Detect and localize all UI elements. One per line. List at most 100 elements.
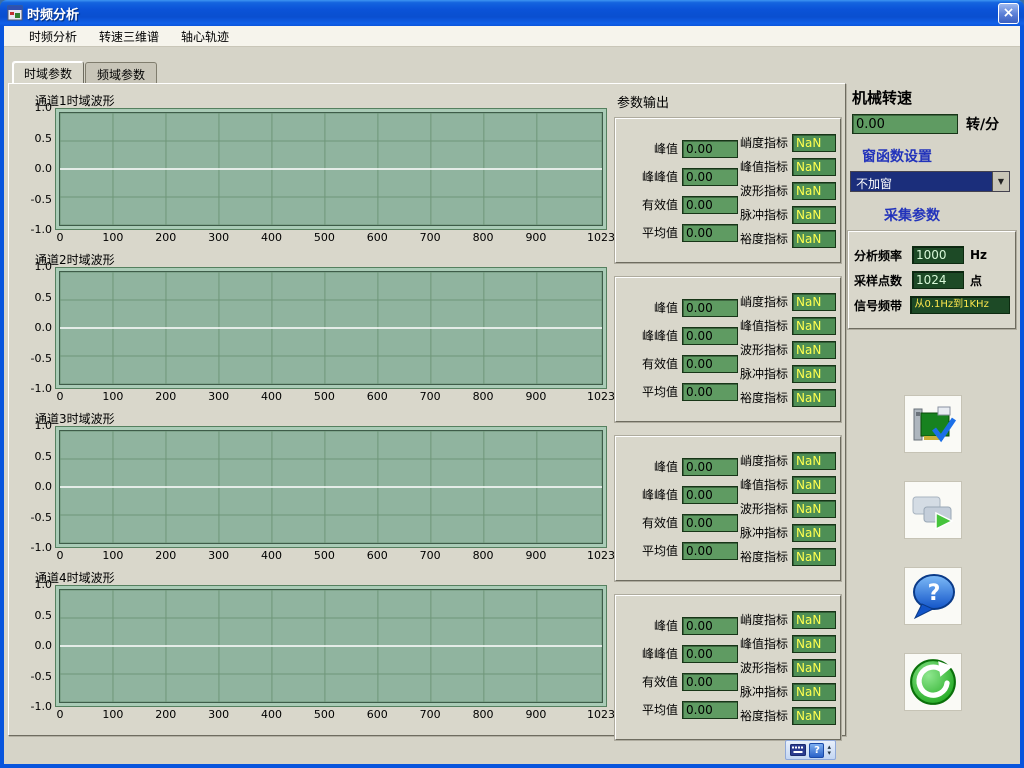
sidebar: 机械转速 0.00 转/分 窗函数设置 不加窗 ▼ 采集参数 分析频率 1000… [848, 83, 1018, 736]
param-row: 裕度指标NaN [738, 389, 836, 407]
x-tick-label: 900 [525, 390, 546, 403]
param-value: 0.00 [682, 168, 738, 186]
acq-unit: 点 [970, 272, 982, 289]
chart-title: 通道1时域波形 [19, 92, 607, 108]
tray-help-button[interactable]: ? [809, 743, 824, 758]
param-row: 脉冲指标NaN [738, 683, 836, 701]
tab-strip: 时域参数 频域参数 [12, 62, 158, 83]
param-label: 平均值 [620, 224, 682, 241]
param-row: 脉冲指标NaN [738, 524, 836, 542]
x-tick-label: 200 [155, 549, 176, 562]
param-value: NaN [792, 476, 836, 494]
y-axis: 1.00.50.0-0.5-1.0 [19, 585, 55, 707]
chart-grid [60, 113, 602, 225]
chart-block-2: 通道2时域波形1.00.50.0-0.5-1.00100200300400500… [19, 251, 607, 403]
device-idle-button[interactable] [904, 481, 962, 539]
keyboard-icon[interactable] [790, 744, 806, 756]
x-tick-label: 200 [155, 390, 176, 403]
param-row: 峰峰值0.00 [620, 645, 738, 663]
plot-surface [59, 271, 603, 385]
menu-item-speed-3d-spectrum[interactable]: 转速三维谱 [88, 26, 170, 47]
x-tick-label: 200 [155, 708, 176, 721]
refresh-icon [908, 657, 958, 707]
param-group-2: 峰值0.00峰峰值0.00有效值0.00平均值0.00峭度指标NaN峰值指标Na… [615, 277, 841, 422]
x-tick-label: 1023 [587, 231, 615, 244]
param-row: 峭度指标NaN [738, 293, 836, 311]
param-value: NaN [792, 182, 836, 200]
close-button[interactable]: × [998, 3, 1019, 24]
param-value: 0.00 [682, 542, 738, 560]
param-values-right: 峭度指标NaN峰值指标NaN波形指标NaN脉冲指标NaN裕度指标NaN [738, 441, 836, 576]
x-tick-label: 1023 [587, 708, 615, 721]
x-tick-label: 500 [314, 549, 335, 562]
analysis-frequency-value[interactable]: 1000 [912, 246, 964, 264]
x-tick-label: 100 [102, 549, 123, 562]
tab-frequency-domain[interactable]: 频域参数 [85, 62, 157, 83]
params-column: 参数输出 峰值0.00峰峰值0.00有效值0.00平均值0.00峭度指标NaN峰… [615, 92, 841, 754]
daq-card-button[interactable] [904, 395, 962, 453]
tab-content-panel: 通道1时域波形1.00.50.0-0.5-1.00100200300400500… [8, 83, 846, 736]
x-tick-label: 600 [367, 549, 388, 562]
param-label: 峰值指标 [738, 635, 792, 652]
x-tick-label: 500 [314, 708, 335, 721]
param-row: 峰值指标NaN [738, 317, 836, 335]
param-row: 平均值0.00 [620, 701, 738, 719]
params-title: 参数输出 [615, 92, 841, 110]
acq-row-samples: 采样点数 1024 点 [854, 271, 1010, 289]
param-row: 脉冲指标NaN [738, 365, 836, 383]
x-tick-label: 400 [261, 231, 282, 244]
param-label: 峰值 [620, 140, 682, 157]
param-row: 峰值0.00 [620, 299, 738, 317]
help-button[interactable]: ? [904, 567, 962, 625]
param-values-right: 峭度指标NaN峰值指标NaN波形指标NaN脉冲指标NaN裕度指标NaN [738, 282, 836, 417]
x-tick-label: 0 [57, 708, 64, 721]
chart-title: 通道4时域波形 [19, 569, 607, 585]
param-value: NaN [792, 317, 836, 335]
param-label: 峰值 [620, 617, 682, 634]
y-tick-label: 0.0 [35, 480, 53, 493]
help-icon: ? [908, 571, 958, 621]
param-label: 有效值 [620, 355, 682, 372]
x-tick-label: 800 [473, 231, 494, 244]
param-label: 脉冲指标 [738, 524, 792, 541]
refresh-button[interactable] [904, 653, 962, 711]
param-label: 峭度指标 [738, 293, 792, 310]
param-label: 峰值 [620, 458, 682, 475]
charts-column: 通道1时域波形1.00.50.0-0.5-1.00100200300400500… [19, 92, 607, 728]
param-label: 峭度指标 [738, 134, 792, 151]
param-row: 峰值指标NaN [738, 158, 836, 176]
menu-item-time-frequency[interactable]: 时频分析 [18, 26, 88, 47]
arrow-down-icon[interactable]: ▾ [827, 750, 831, 756]
language-bar[interactable]: ? ▴ ▾ [785, 740, 836, 760]
param-label: 平均值 [620, 542, 682, 559]
tray-options-arrows[interactable]: ▴ ▾ [827, 744, 831, 756]
param-group-3: 峰值0.00峰峰值0.00有效值0.00平均值0.00峭度指标NaN峰值指标Na… [615, 436, 841, 581]
chevron-down-icon[interactable]: ▼ [992, 172, 1009, 191]
menu-item-axis-orbit[interactable]: 轴心轨迹 [170, 26, 240, 47]
x-tick-label: 100 [102, 708, 123, 721]
param-value: 0.00 [682, 701, 738, 719]
chart-grid [60, 431, 602, 543]
param-label: 波形指标 [738, 500, 792, 517]
x-tick-label: 700 [420, 231, 441, 244]
acq-label: 信号频带 [854, 297, 910, 314]
y-tick-label: -1.0 [31, 382, 52, 395]
svg-text:?: ? [928, 581, 941, 606]
param-label: 脉冲指标 [738, 683, 792, 700]
x-tick-label: 300 [208, 390, 229, 403]
y-axis: 1.00.50.0-0.5-1.0 [19, 426, 55, 548]
param-values-right: 峭度指标NaN峰值指标NaN波形指标NaN脉冲指标NaN裕度指标NaN [738, 123, 836, 258]
x-tick-label: 600 [367, 231, 388, 244]
param-value: NaN [792, 206, 836, 224]
x-tick-label: 100 [102, 390, 123, 403]
chart-block-1: 通道1时域波形1.00.50.0-0.5-1.00100200300400500… [19, 92, 607, 244]
window-function-dropdown[interactable]: 不加窗 ▼ [850, 171, 1010, 192]
param-value: 0.00 [682, 383, 738, 401]
sample-count-value[interactable]: 1024 [912, 271, 964, 289]
acquisition-title: 采集参数 [884, 205, 1018, 225]
param-label: 裕度指标 [738, 230, 792, 247]
param-row: 峰值0.00 [620, 458, 738, 476]
tab-time-domain[interactable]: 时域参数 [12, 61, 84, 83]
param-label: 波形指标 [738, 659, 792, 676]
waveform-chart: 1.00.50.0-0.5-1.0 [19, 585, 607, 707]
